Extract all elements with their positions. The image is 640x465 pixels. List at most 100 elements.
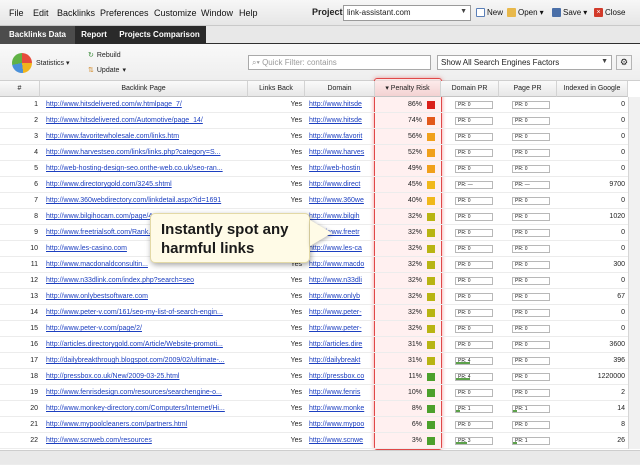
- save-button[interactable]: Save ▾: [552, 8, 587, 17]
- domain-link[interactable]: http://www.n33dli: [309, 273, 373, 289]
- indexed-google-value: 0: [621, 101, 625, 108]
- col-header-backlink-page[interactable]: Backlink Page: [40, 81, 248, 97]
- backlink-page-link[interactable]: http://www.mypoolcleaners.com/partners.h…: [46, 417, 246, 433]
- col-header-domain-pr[interactable]: Domain PR: [441, 81, 499, 97]
- backlink-page-link[interactable]: http://web-hosting-design-seo.onthe-web.…: [46, 161, 246, 177]
- table-row[interactable]: 3 http://www.favoritewholesale.com/links.…: [0, 129, 640, 145]
- backlink-page-link[interactable]: http://www.peter-v.com/page/2/: [46, 321, 246, 337]
- table-row[interactable]: 6 http://www.directorygold.com/3245.shtml…: [0, 177, 640, 193]
- table-row[interactable]: 7 http://www.360webdirectory.com/linkdeta…: [0, 193, 640, 209]
- backlink-page-link[interactable]: http://www.directorygold.com/3245.shtml: [46, 177, 246, 193]
- close-button[interactable]: × Close: [594, 8, 625, 17]
- domain-link[interactable]: http://articles.dire: [309, 337, 373, 353]
- menu-backlinks[interactable]: Backlinks: [57, 8, 95, 18]
- open-button[interactable]: Open ▾: [507, 8, 544, 17]
- backlink-page-link[interactable]: http://www.favoritewholesale.com/links.h…: [46, 129, 246, 145]
- statistics-button[interactable]: Statistics ▾: [36, 59, 69, 67]
- menu-help[interactable]: Help: [239, 8, 258, 18]
- tab-report[interactable]: Report: [75, 26, 113, 44]
- table-row[interactable]: 17 http://dailybreakthrough.blogspot.com/…: [0, 353, 640, 369]
- backlink-page-link[interactable]: http://www.hitsdelivered.com/Automotive/…: [46, 113, 246, 129]
- pie-chart-icon[interactable]: [12, 53, 32, 73]
- page-pr-bar: PR: —: [512, 181, 550, 189]
- domain-link[interactable]: http://www.fenris: [309, 385, 373, 401]
- table-row[interactable]: 21 http://www.mypoolcleaners.com/partners…: [0, 417, 640, 433]
- backlink-page-link[interactable]: http://dailybreakthrough.blogspot.com/20…: [46, 353, 246, 369]
- col-header-number[interactable]: #: [0, 81, 40, 97]
- table-row[interactable]: 4 http://www.harvestseo.com/links/links.p…: [0, 145, 640, 161]
- domain-link[interactable]: http://dailybreakt: [309, 353, 373, 369]
- project-select[interactable]: link-assistant.com ▼: [343, 5, 471, 21]
- indexed-google-value: 0: [621, 245, 625, 252]
- domain-link[interactable]: http://web-hostin: [309, 161, 373, 177]
- gear-icon[interactable]: ⚙: [616, 55, 632, 70]
- table-row[interactable]: 13 http://www.onlybestsoftware.com Yes http…: [0, 289, 640, 305]
- update-button[interactable]: ⇅ Update ▾: [88, 66, 126, 75]
- indexed-google-value: 9700: [609, 181, 625, 188]
- backlink-page-link[interactable]: http://www.monkey-directory.com/Computer…: [46, 401, 246, 417]
- menu-file[interactable]: File: [9, 8, 24, 18]
- domain-pr-bar: PR: 1: [455, 405, 493, 413]
- table-row[interactable]: 5 http://web-hosting-design-seo.onthe-web…: [0, 161, 640, 177]
- backlink-page-link[interactable]: http://www.hitsdelivered.com/w.htmlpage_…: [46, 97, 246, 113]
- table-row[interactable]: 11 http://www.macdonaldconsultin... Yes htt…: [0, 257, 640, 273]
- backlink-page-link[interactable]: http://articles.directorygold.com/Articl…: [46, 337, 246, 353]
- domain-link[interactable]: http://www.mypoo: [309, 417, 373, 433]
- table-row[interactable]: 18 http://pressbox.co.uk/New/2009-03-25.h…: [0, 369, 640, 385]
- col-header-indexed-google[interactable]: Indexed in Google: [557, 81, 628, 97]
- domain-link[interactable]: http://www.peter-: [309, 305, 373, 321]
- table-row[interactable]: 20 http://www.monkey-directory.com/Comput…: [0, 401, 640, 417]
- menu-preferences[interactable]: Preferences: [100, 8, 149, 18]
- table-row[interactable]: 16 http://articles.directorygold.com/Arti…: [0, 337, 640, 353]
- quick-filter-input[interactable]: ⌕▾ Quick Filter: contains: [248, 55, 431, 70]
- page-pr-bar-label: PR: 0: [515, 374, 528, 380]
- table-row[interactable]: 12 http://www.n33dlink.com/index.php?sear…: [0, 273, 640, 289]
- backlink-page-link[interactable]: http://www.harvestseo.com/links/links.ph…: [46, 145, 246, 161]
- domain-link[interactable]: http://www.harves: [309, 145, 373, 161]
- table-row[interactable]: 15 http://www.peter-v.com/page/2/Yes http:…: [0, 321, 640, 337]
- domain-link[interactable]: http://www.favorit: [309, 129, 373, 145]
- domain-link[interactable]: http://www.macdo: [309, 257, 373, 273]
- backlink-page-link[interactable]: http://www.peter-v.com/161/seo-my-list-o…: [46, 305, 246, 321]
- domain-link[interactable]: http://www.scnwe: [309, 433, 373, 449]
- tab-projects-comparison[interactable]: Projects Comparison: [113, 26, 206, 44]
- col-header-penalty-risk[interactable]: ▾ Penalty Risk: [375, 81, 441, 97]
- domain-link[interactable]: http://www.peter-: [309, 321, 373, 337]
- domain-link[interactable]: http://pressbox.co: [309, 369, 373, 385]
- new-button[interactable]: New: [476, 8, 503, 17]
- col-header-links-back[interactable]: Links Back: [248, 81, 305, 97]
- tab-backlinks-data[interactable]: Backlinks Data: [0, 26, 75, 44]
- floppy-icon: [552, 8, 561, 17]
- domain-link[interactable]: http://www.hitsde: [309, 113, 373, 129]
- page-pr-bar: PR: 0: [512, 325, 550, 333]
- domain-link[interactable]: http://www.hitsde: [309, 97, 373, 113]
- table-row[interactable]: 22 http://www.scnweb.com/resources Yes http…: [0, 433, 640, 449]
- backlink-page-link[interactable]: http://www.onlybestsoftware.com: [46, 289, 246, 305]
- backlink-page-link[interactable]: http://www.scnweb.com/resources: [46, 433, 246, 449]
- domain-pr-bar-label: PR: 0: [458, 118, 471, 124]
- domain-pr-bar-label: PR: 0: [458, 166, 471, 172]
- page-pr-bar-label: PR: 0: [515, 118, 528, 124]
- domain-link[interactable]: http://www.direct: [309, 177, 373, 193]
- col-header-domain[interactable]: Domain: [305, 81, 375, 97]
- col-header-page-pr[interactable]: Page PR: [499, 81, 557, 97]
- backlink-page-link[interactable]: http://www.fenrisdesign.com/resources/se…: [46, 385, 246, 401]
- table-row[interactable]: 1 http://www.hitsdelivered.com/w.htmlpage…: [0, 97, 640, 113]
- menu-customize[interactable]: Customize: [154, 8, 197, 18]
- domain-link[interactable]: http://www.360we: [309, 193, 373, 209]
- domain-link[interactable]: http://www.monke: [309, 401, 373, 417]
- backlink-page-link[interactable]: http://pressbox.co.uk/New/2009-03-25.htm…: [46, 369, 246, 385]
- domain-link[interactable]: http://www.onlyb: [309, 289, 373, 305]
- table-row[interactable]: 19 http://www.fenrisdesign.com/resources/…: [0, 385, 640, 401]
- domain-pr-bar-label: PR: 0: [458, 294, 471, 300]
- menu-window[interactable]: Window: [201, 8, 233, 18]
- factors-select[interactable]: Show All Search Engines Factors ▼: [437, 55, 612, 70]
- rebuild-button[interactable]: ↻ Rebuild: [88, 51, 121, 60]
- vertical-scrollbar[interactable]: [628, 97, 640, 449]
- table-row[interactable]: 14 http://www.peter-v.com/161/seo-my-list…: [0, 305, 640, 321]
- backlink-page-link[interactable]: http://www.n33dlink.com/index.php?search…: [46, 273, 246, 289]
- menu-edit[interactable]: Edit: [33, 8, 49, 18]
- penalty-risk-value: 86%: [407, 101, 422, 108]
- backlink-page-link[interactable]: http://www.360webdirectory.com/linkdetai…: [46, 193, 246, 209]
- table-row[interactable]: 2 http://www.hitsdelivered.com/Automotive…: [0, 113, 640, 129]
